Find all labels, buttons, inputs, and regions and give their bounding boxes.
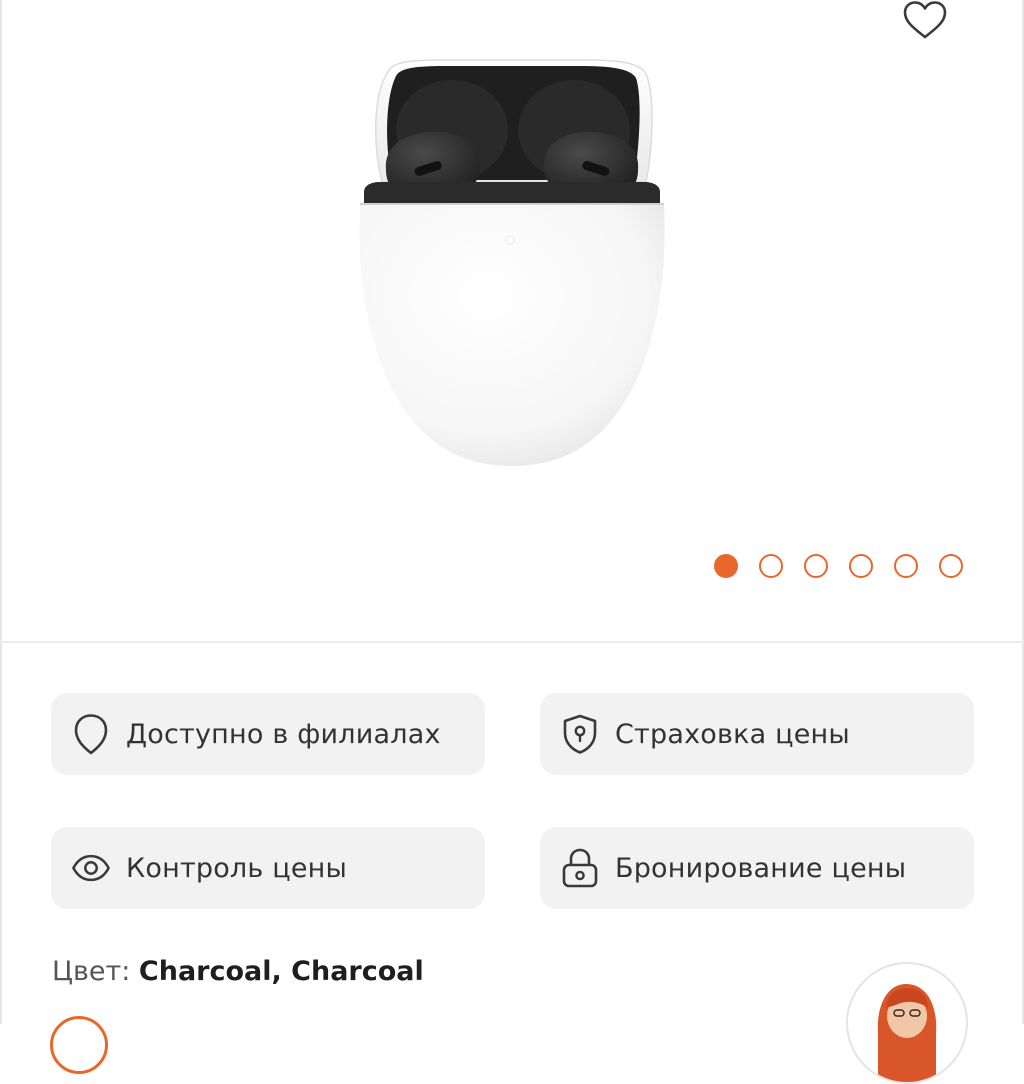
color-value: Charcoal, Charcoal bbox=[138, 956, 424, 987]
price-booking-label: Бронирование цены bbox=[615, 852, 907, 884]
gallery-dot-1[interactable] bbox=[714, 554, 738, 578]
available-in-branches-button[interactable]: Доступно в филиалах bbox=[51, 693, 485, 775]
map-pin-icon bbox=[71, 714, 111, 755]
favorite-button[interactable] bbox=[898, 0, 952, 44]
color-swatch-selected[interactable] bbox=[50, 1016, 108, 1074]
assistant-avatar[interactable] bbox=[846, 962, 968, 1084]
gallery-dot-2[interactable] bbox=[759, 554, 783, 578]
price-booking-button[interactable]: Бронирование цены bbox=[540, 827, 974, 909]
gallery-dot-6[interactable] bbox=[939, 554, 963, 578]
price-insurance-button[interactable]: Страховка цены bbox=[540, 693, 974, 775]
product-color: Цвет: Charcoal, Charcoal bbox=[52, 956, 424, 987]
shield-icon bbox=[560, 714, 600, 754]
heart-icon bbox=[903, 1, 947, 39]
price-control-button[interactable]: Контроль цены bbox=[51, 827, 485, 909]
gallery-dot-4[interactable] bbox=[849, 554, 873, 578]
price-control-label: Контроль цены bbox=[126, 852, 348, 884]
page-edge-left bbox=[0, 0, 2, 1024]
section-divider bbox=[0, 641, 1024, 643]
lock-icon bbox=[560, 848, 600, 888]
gallery-dot-5[interactable] bbox=[894, 554, 918, 578]
eye-icon bbox=[71, 848, 111, 888]
gallery-pagination bbox=[714, 554, 963, 582]
product-image[interactable] bbox=[340, 52, 684, 482]
available-in-branches-label: Доступно в филиалах bbox=[126, 718, 441, 750]
gallery-dot-3[interactable] bbox=[804, 554, 828, 578]
price-insurance-label: Страховка цены bbox=[615, 718, 850, 750]
color-label: Цвет: bbox=[52, 956, 131, 987]
